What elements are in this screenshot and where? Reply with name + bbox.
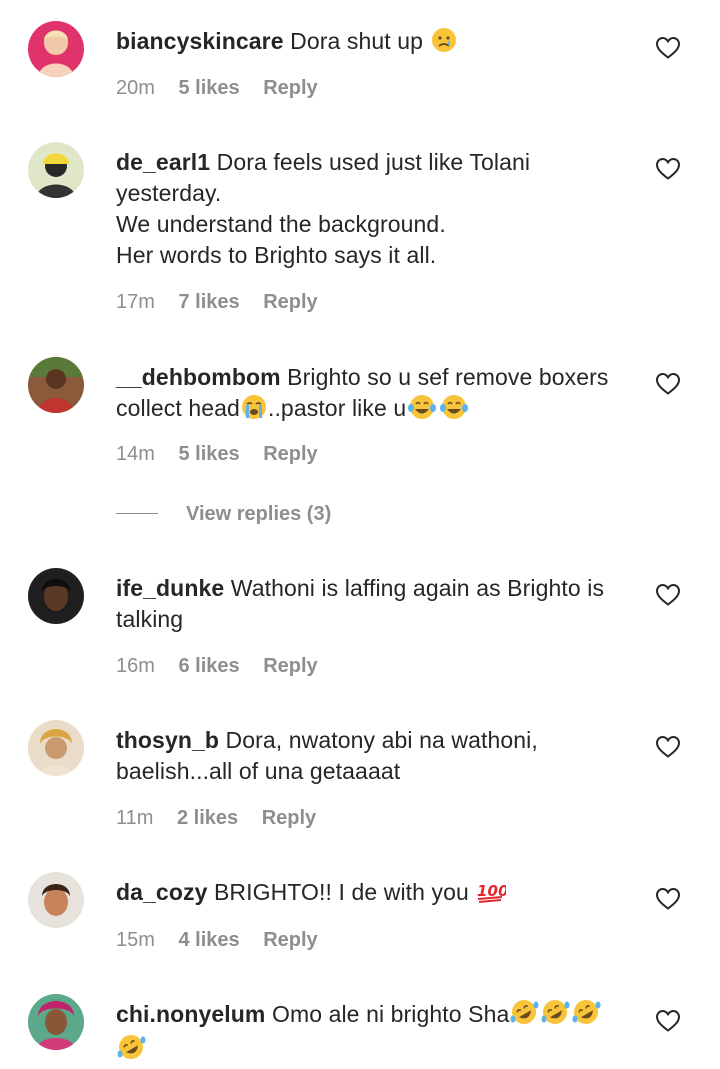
hundred-points-emoji: 100 [476,878,509,912]
comment-text: biancyskincare Dora shut up [116,26,636,61]
view-replies-divider [116,513,158,514]
heart-outline-icon[interactable] [655,887,681,911]
heart-outline-icon[interactable] [655,36,681,60]
comment-body: BRIGHTO!! I de with you [213,879,469,905]
reply-button[interactable]: Reply [263,291,317,313]
loudly-crying-emoji [241,394,267,428]
comment-likes[interactable]: 5 likes [178,443,239,465]
view-replies-label[interactable]: View replies (3) [186,502,331,526]
comment-time: 15m [116,929,155,951]
comment-meta: 17m 7 likes Reply [116,290,336,314]
sad-tear-emoji [431,27,457,61]
comment-text: da_cozy BRIGHTO!! I de with you 100 [116,877,636,912]
comment-username[interactable]: de_earl1 [116,149,210,175]
reply-button[interactable]: Reply [263,929,317,951]
comment-username[interactable]: chi.nonyelum [116,1001,265,1027]
avatar[interactable] [28,994,84,1050]
comment-text: chi.nonyelum Omo ale ni brighto Sha [116,999,636,1069]
comment-likes[interactable]: 4 likes [178,929,239,951]
comment-meta: 14m 5 likes Reply [116,442,336,466]
comment-meta: 16m 6 likes Reply [116,654,336,678]
comment-likes[interactable]: 2 likes [177,807,238,829]
comment-time: 14m [116,443,155,465]
tears-of-joy-emoji [439,394,469,428]
comment-meta: 15m 4 likes Reply [116,928,336,952]
comment-meta: 11m 2 likes Reply [116,806,334,830]
rofl-emoji [541,999,570,1034]
reply-button[interactable]: Reply [263,443,317,465]
avatar[interactable] [28,142,84,198]
rofl-emoji [510,999,539,1034]
comment-username[interactable]: biancyskincare [116,28,284,54]
tears-of-joy-emoji [407,394,437,428]
heart-outline-icon[interactable] [655,735,681,759]
comment-meta: 20m 5 likes Reply [116,76,336,100]
comment-time: 11m [116,807,154,829]
comment-time: 16m [116,655,155,677]
comment-username[interactable]: ife_dunke [116,575,224,601]
comment-username[interactable]: thosyn_b [116,727,219,753]
rofl-emoji [572,999,601,1034]
rofl-emoji [117,1034,146,1069]
avatar[interactable] [28,21,84,77]
comment-body: Omo ale ni brighto Sha [271,1001,510,1027]
comment-text: __dehbombom Brighto so u sef remove boxe… [116,362,636,428]
avatar[interactable] [28,720,84,776]
comment-time: 17m [116,291,155,313]
avatar[interactable] [28,357,84,413]
heart-outline-icon[interactable] [655,372,681,396]
comment-text: thosyn_b Dora, nwatony abi na wathoni, b… [116,725,636,787]
comment-time: 20m [116,77,155,99]
reply-button[interactable]: Reply [263,77,317,99]
avatar[interactable] [28,872,84,928]
comment-body: ..pastor like u [267,395,407,421]
comment-likes[interactable]: 7 likes [178,291,239,313]
heart-outline-icon[interactable] [655,583,681,607]
reply-button[interactable]: Reply [262,807,316,829]
comment-likes[interactable]: 5 likes [178,77,239,99]
reply-button[interactable]: Reply [263,655,317,677]
comment-text: ife_dunke Wathoni is laffing again as Br… [116,573,636,635]
comment-text: de_earl1 Dora feels used just like Tolan… [116,147,636,271]
heart-outline-icon[interactable] [655,1009,681,1033]
heart-outline-icon[interactable] [655,157,681,181]
comment-username[interactable]: __dehbombom [116,364,281,390]
comment-likes[interactable]: 6 likes [178,655,239,677]
comment-username[interactable]: da_cozy [116,879,207,905]
comment-body: Dora shut up [290,28,424,54]
avatar[interactable] [28,568,84,624]
